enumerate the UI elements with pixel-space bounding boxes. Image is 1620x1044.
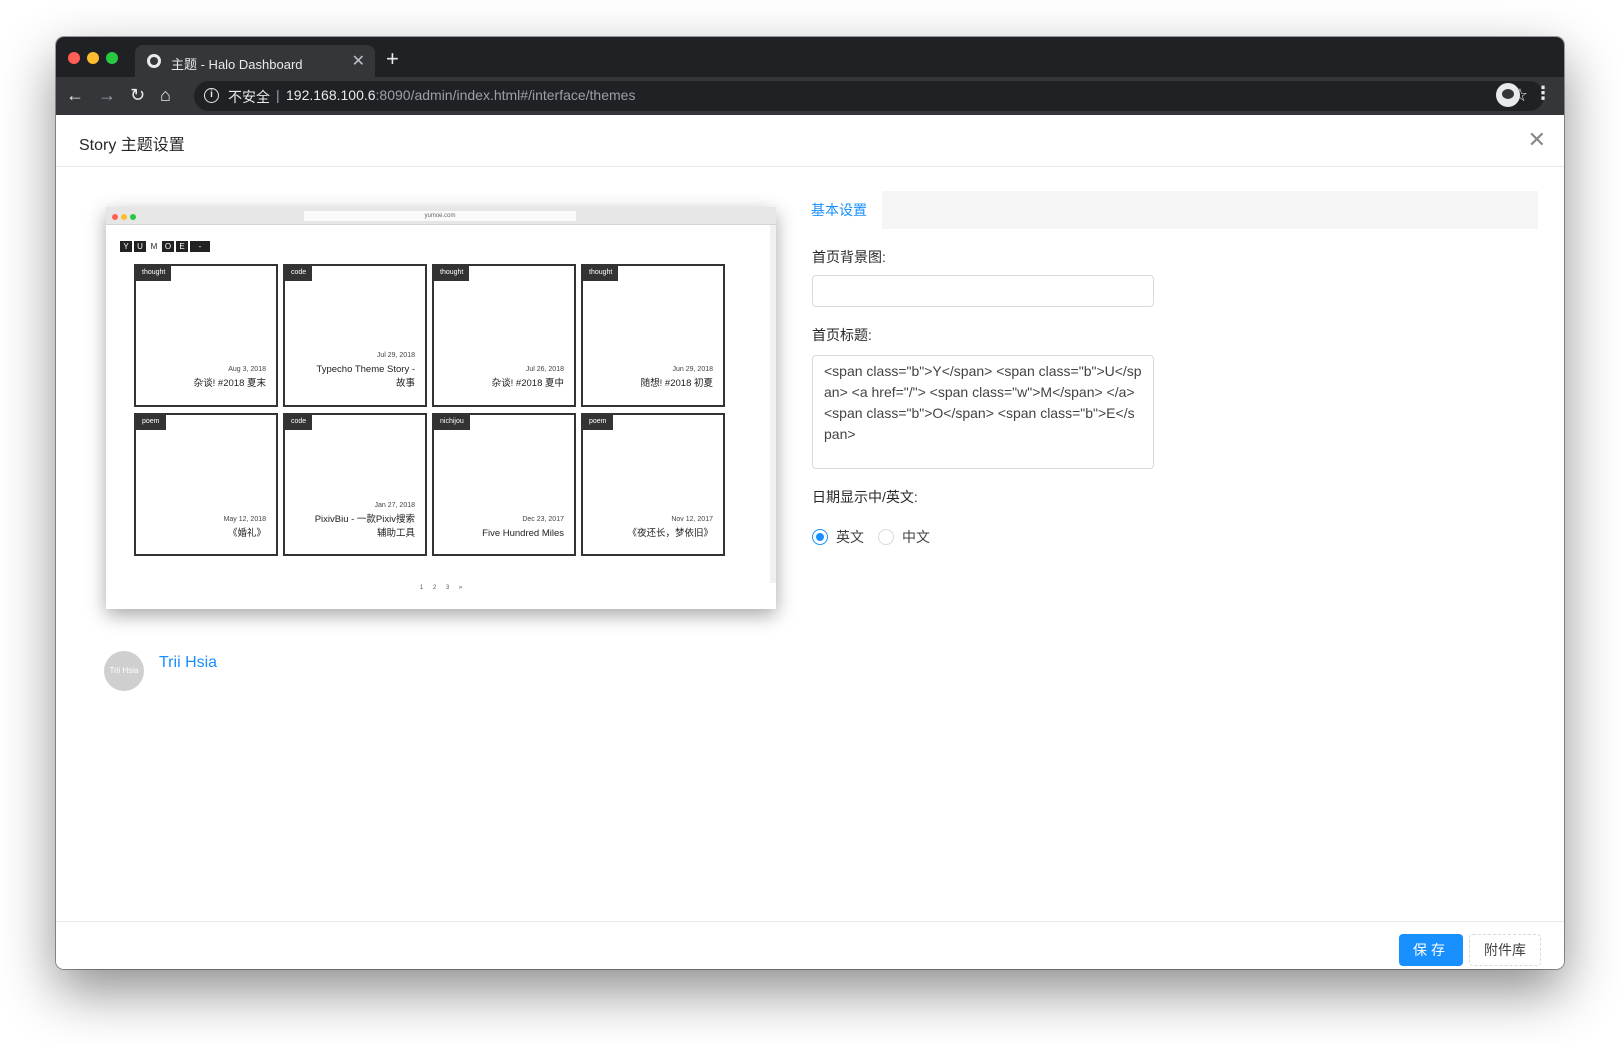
preview-card: poem May 12, 2018 《婚礼》	[134, 413, 278, 556]
save-button[interactable]: 保存	[1399, 934, 1463, 966]
card-category: thought	[583, 266, 619, 281]
tab-bar: 主题 - Halo Dashboard ✕ +	[56, 37, 1564, 77]
author-avatar[interactable]: Trii Hsia	[104, 651, 144, 691]
card-date: Jul 29, 2018	[376, 352, 415, 359]
card-date: Nov 12, 2017	[671, 516, 713, 523]
card-category: nichijou	[434, 415, 470, 430]
card-title: 《夜还长，梦依旧》	[627, 528, 713, 539]
preview-card: poem Nov 12, 2017 《夜还长，梦依旧》	[581, 413, 725, 556]
browser-tab[interactable]: 主题 - Halo Dashboard ✕	[135, 45, 375, 77]
card-category: code	[285, 266, 313, 281]
card-date: May 12, 2018	[223, 516, 266, 523]
globe-icon	[147, 54, 161, 68]
modal-header: Story 主题设置 ✕	[56, 115, 1564, 167]
preview-browser-bar: yumoe.com	[106, 207, 776, 225]
card-date: Jan 27, 2018	[374, 502, 415, 509]
home-title-label: 首页标题:	[812, 327, 872, 343]
card-date: Jul 26, 2018	[525, 366, 564, 373]
url-path: :8090/admin/index.html#/interface/themes	[375, 87, 636, 103]
logo-letter: U	[134, 241, 146, 252]
radio-unchecked-icon[interactable]	[878, 529, 894, 545]
minimize-window-dot[interactable]	[87, 52, 99, 64]
preview-url: yumoe.com	[304, 211, 576, 221]
card-category: poem	[583, 415, 613, 430]
forward-icon[interactable]: →	[98, 83, 116, 107]
card-category: thought	[136, 266, 172, 281]
modal-footer: 保存 附件库	[56, 921, 1564, 969]
card-title: Five Hundred Miles	[482, 528, 564, 539]
close-window-dot[interactable]	[68, 52, 80, 64]
modal: Story 主题设置 ✕ yumoe.com Y U M O E - thoug…	[56, 115, 1564, 969]
reload-icon[interactable]: ↻	[130, 83, 145, 107]
author-link[interactable]: Trii Hsia	[159, 654, 217, 672]
preview-card: thought Jun 29, 2018 随想! #2018 初夏	[581, 264, 725, 407]
menu-icon[interactable]: ⋮	[1534, 83, 1552, 104]
logo-letter: M	[148, 241, 160, 252]
settings-tabs: 基本设置	[796, 191, 1538, 229]
card-title: Typecho Theme Story - 故事	[316, 364, 415, 389]
background-image-label: 首页背景图:	[812, 249, 886, 265]
card-date: Jun 29, 2018	[672, 366, 713, 373]
radio-chinese[interactable]: 中文	[878, 527, 930, 547]
preview-card: thought Aug 3, 2018 杂谈! #2018 夏末	[134, 264, 278, 407]
date-language-label: 日期显示中/英文:	[812, 489, 918, 505]
radio-english[interactable]: 英文	[812, 527, 864, 547]
new-tab-button[interactable]: +	[386, 45, 399, 73]
preview-card: code Jan 27, 2018 PixivBiu - 一款Pixiv搜索 辅…	[283, 413, 427, 556]
url-text: 192.168.100.6:8090/admin/index.html#/int…	[286, 87, 635, 103]
preview-dot	[112, 214, 118, 220]
radio-chinese-label: 中文	[902, 529, 930, 545]
card-date: Dec 23, 2017	[522, 516, 564, 523]
profile-icon[interactable]	[1496, 83, 1520, 107]
url-host: 192.168.100.6	[286, 87, 376, 103]
card-title: 《婚礼》	[227, 528, 266, 539]
home-icon[interactable]: ⌂	[160, 83, 171, 107]
theme-preview-image: yumoe.com Y U M O E - thought Aug 3, 201…	[106, 207, 776, 609]
insecure-label: 不安全	[228, 89, 270, 105]
preview-logo: Y U M O E -	[120, 241, 210, 252]
card-title: PixivBiu - 一款Pixiv搜索 辅助工具	[314, 514, 415, 539]
card-category: poem	[136, 415, 166, 430]
modal-close-icon[interactable]: ✕	[1528, 127, 1546, 153]
preview-scrollbar	[770, 225, 776, 583]
separator: |	[276, 87, 280, 103]
preview-dot	[130, 214, 136, 220]
browser-window: 主题 - Halo Dashboard ✕ + ← → ↻ ⌂ i 不安全 | …	[56, 37, 1564, 969]
attachments-button[interactable]: 附件库	[1469, 934, 1541, 966]
preview-dot	[121, 214, 127, 220]
card-category: thought	[434, 266, 470, 281]
back-icon[interactable]: ←	[66, 83, 84, 107]
card-category: code	[285, 415, 313, 430]
background-image-input[interactable]	[812, 275, 1154, 307]
logo-letter: E	[176, 241, 188, 252]
radio-english-label: 英文	[836, 529, 864, 545]
address-bar[interactable]: i 不安全 | 192.168.100.6:8090/admin/index.h…	[194, 81, 1544, 111]
info-icon[interactable]: i	[204, 88, 219, 103]
modal-title: Story 主题设置	[79, 137, 185, 154]
card-title: 杂谈! #2018 夏末	[193, 378, 266, 389]
radio-checked-icon[interactable]	[812, 529, 828, 545]
card-date: Aug 3, 2018	[228, 366, 266, 373]
home-title-textarea[interactable]: <span class="b">Y</span> <span class="b"…	[812, 355, 1154, 469]
logo-letter: Y	[120, 241, 132, 252]
browser-toolbar: ← → ↻ ⌂ i 不安全 | 192.168.100.6:8090/admin…	[56, 77, 1564, 115]
preview-pagination: 1 2 3 »	[419, 585, 463, 591]
logo-letter: O	[162, 241, 174, 252]
tab-basic-settings[interactable]: 基本设置	[796, 191, 882, 229]
tab-title: 主题 - Halo Dashboard	[171, 57, 303, 72]
preview-card: nichijou Dec 23, 2017 Five Hundred Miles	[432, 413, 576, 556]
tab-close-icon[interactable]: ✕	[352, 51, 365, 71]
card-title: 杂谈! #2018 夏中	[491, 378, 564, 389]
card-title: 随想! #2018 初夏	[640, 378, 713, 389]
maximize-window-dot[interactable]	[106, 52, 118, 64]
preview-card: code Jul 29, 2018 Typecho Theme Story - …	[283, 264, 427, 407]
logo-letter: -	[190, 241, 210, 252]
preview-card: thought Jul 26, 2018 杂谈! #2018 夏中	[432, 264, 576, 407]
